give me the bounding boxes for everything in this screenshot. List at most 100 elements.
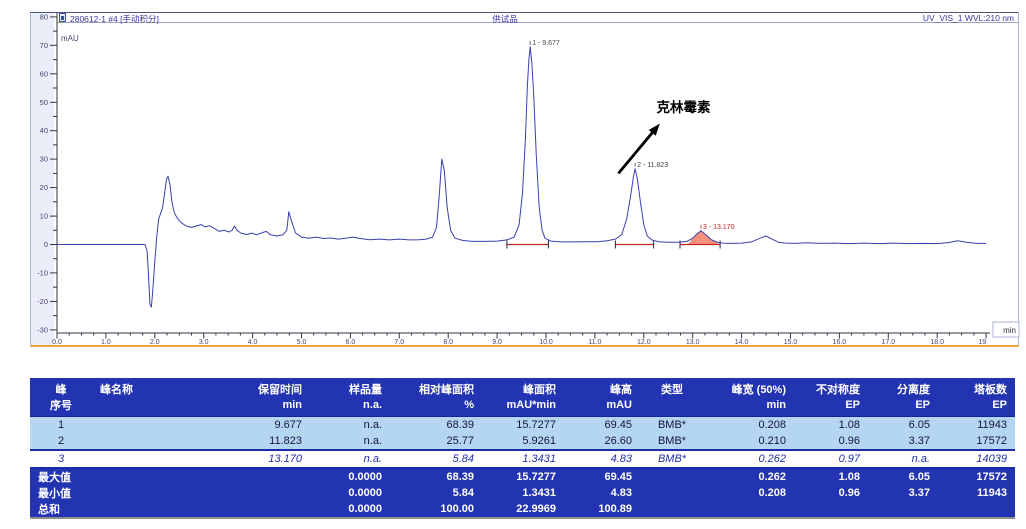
cell-area: 15.7277	[482, 468, 564, 485]
cell-rel_area: 5.84	[390, 485, 482, 501]
x-tick-label: 12.0	[637, 339, 651, 346]
cell-rt: 9.677	[210, 417, 310, 434]
detector-channel-title: UV_VIS_1 WVL:210 nm	[923, 13, 1014, 23]
y-tick-label: 60	[40, 69, 48, 78]
summary-row-min: 最小值0.00005.841.34314.830.2080.963.371194…	[30, 485, 1015, 501]
col-resolution-unit: EP	[868, 397, 938, 417]
cell-width50: 0.262	[704, 468, 794, 485]
time-range-highlight[interactable]	[30, 345, 1019, 347]
x-tick-label: 11.0	[588, 339, 601, 346]
cell-rel_area: 5.84	[390, 450, 482, 468]
col-height-header: 峰高	[564, 378, 640, 397]
y-tick-label: 50	[40, 98, 48, 107]
cell-resolution: 3.37	[868, 485, 938, 501]
cell-name	[92, 450, 210, 468]
cell-plates: 14039	[938, 450, 1015, 468]
y-axis-unit: mAU	[61, 34, 79, 43]
cell-resolution	[868, 501, 938, 517]
peak-row-1[interactable]: 19.677n.a.68.3915.727769.45BMB*0.2081.08…	[30, 417, 1015, 434]
cell-resolution: 6.05	[868, 468, 938, 485]
cell-resolution: n.a.	[868, 450, 938, 468]
x-tick-label: 1.0	[101, 339, 111, 346]
cell-no: 2	[30, 433, 92, 450]
col-rt-unit: min	[210, 397, 310, 417]
y-tick-label: 40	[40, 126, 48, 135]
chromatogram-plot[interactable]: -30-20-1001020304050607080mAU0.01.02.03.…	[0, 0, 1026, 360]
cell-asymmetry	[794, 501, 868, 517]
col-resolution-header: 分离度	[868, 378, 938, 397]
col-type-unit	[640, 397, 704, 417]
cell-amount: n.a.	[310, 450, 390, 468]
x-tick-label: 2.0	[150, 339, 160, 346]
peak-results-table: 峰峰名称保留时间样品量相对峰面积峰面积峰高类型峰宽 (50%)不对称度分离度塔板…	[30, 378, 1015, 519]
peak-row-3[interactable]: 313.170n.a.5.841.34314.83BMB*0.2620.97n.…	[30, 450, 1015, 468]
col-amount-header: 样品量	[310, 378, 390, 397]
cell-width50: 0.262	[704, 450, 794, 468]
col-rel_area-unit: %	[390, 397, 482, 417]
col-area-header: 峰面积	[482, 378, 564, 397]
cell-name	[92, 468, 210, 485]
cell-amount: 0.0000	[310, 485, 390, 501]
col-amount-unit: n.a.	[310, 397, 390, 417]
cell-rt: 11.823	[210, 433, 310, 450]
signal-icon	[59, 13, 66, 22]
axis-gutter	[30, 12, 54, 346]
x-tick-label: 15.0	[784, 339, 798, 346]
cell-asymmetry: 1.08	[794, 468, 868, 485]
cell-plates: 11943	[938, 417, 1015, 434]
cell-plates: 17572	[938, 433, 1015, 450]
x-tick-label: 4.0	[248, 339, 258, 346]
col-rel_area-header: 相对峰面积	[390, 378, 482, 397]
cell-area: 1.3431	[482, 485, 564, 501]
injection-title: 280612-1 #4 [手动积分]	[70, 13, 159, 25]
cell-width50: 0.208	[704, 485, 794, 501]
cell-type: BMB*	[640, 417, 704, 434]
cell-plates: 11943	[938, 485, 1015, 501]
cell-type: BMB*	[640, 450, 704, 468]
summary-row-max: 最大值0.000068.3915.727769.450.2621.086.051…	[30, 468, 1015, 485]
cell-height: 4.83	[564, 450, 640, 468]
cell-area: 5.9261	[482, 433, 564, 450]
col-plates-unit: EP	[938, 397, 1015, 417]
peak-2-label: 2 - 11.823	[637, 162, 668, 169]
cell-asymmetry: 0.97	[794, 450, 868, 468]
cell-height: 100.89	[564, 501, 640, 517]
cell-rt	[210, 501, 310, 517]
x-tick-label: 19	[978, 339, 986, 346]
signal-trace	[57, 47, 986, 307]
cell-asymmetry: 0.96	[794, 433, 868, 450]
x-tick-label: 3.0	[199, 339, 209, 346]
cell-amount: n.a.	[310, 433, 390, 450]
cell-name	[92, 417, 210, 434]
col-height-unit: mAU	[564, 397, 640, 417]
col-no-header: 峰	[30, 378, 92, 397]
cell-name	[92, 501, 210, 517]
peak-3-label: 3 - 13.170	[703, 224, 735, 231]
cell-rel_area: 68.39	[390, 468, 482, 485]
x-tick-label: 14.0	[735, 339, 749, 346]
cell-no: 3	[30, 450, 92, 468]
integration-results: 峰峰名称保留时间样品量相对峰面积峰面积峰高类型峰宽 (50%)不对称度分离度塔板…	[30, 378, 1015, 517]
cell-rel_area: 25.77	[390, 433, 482, 450]
x-tick-label: 16.0	[833, 339, 847, 346]
col-asymmetry-header: 不对称度	[794, 378, 868, 397]
peak-row-2[interactable]: 211.823n.a.25.775.926126.60BMB*0.2100.96…	[30, 433, 1015, 450]
x-tick-label: 10.0	[539, 339, 553, 346]
y-tick-label: -20	[37, 297, 48, 306]
col-name-unit	[92, 397, 210, 417]
col-no-unit: 序号	[30, 397, 92, 417]
sample-type-title: 供试品	[457, 13, 553, 25]
x-axis-unit: min	[1003, 326, 1016, 335]
cell-rel_area: 68.39	[390, 417, 482, 434]
cell-amount: 0.0000	[310, 468, 390, 485]
cell-rel_area: 100.00	[390, 501, 482, 517]
x-tick-label: 7.0	[394, 339, 404, 346]
col-rt-header: 保留时间	[210, 378, 310, 397]
cell-type	[640, 501, 704, 517]
chromatogram-panel[interactable]: -30-20-1001020304050607080mAU0.01.02.03.…	[0, 0, 1026, 360]
cell-type: BMB*	[640, 433, 704, 450]
x-tick-label: 17.0	[881, 339, 895, 346]
cell-area: 22.9969	[482, 501, 564, 517]
summary-row-sum: 总和0.0000100.0022.9969100.89	[30, 501, 1015, 517]
cell-height: 69.45	[564, 468, 640, 485]
